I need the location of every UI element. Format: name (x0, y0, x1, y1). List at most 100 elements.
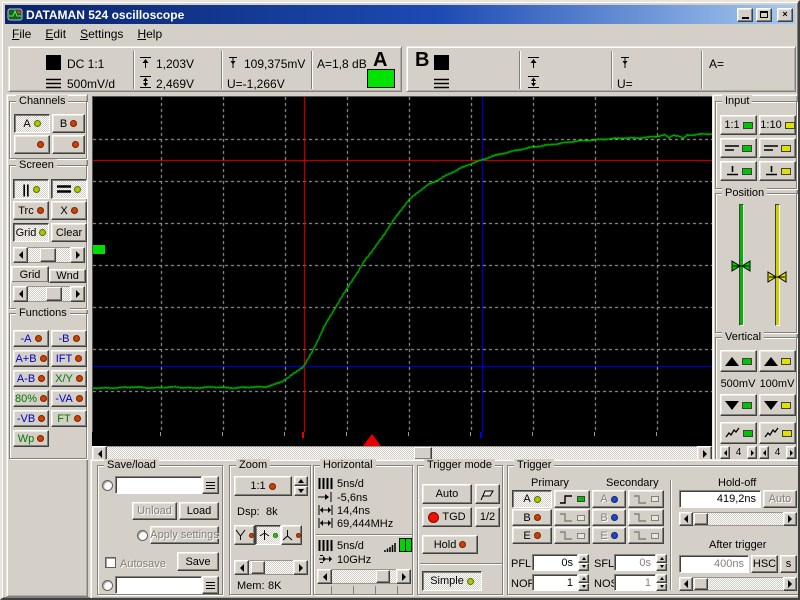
pause-button[interactable]: || (13, 179, 49, 199)
scroll-left-icon[interactable] (234, 560, 249, 575)
input-dc-b-button[interactable] (759, 138, 796, 158)
file-top-input[interactable] (115, 476, 202, 494)
title-bar[interactable]: DATAMAN 524 oscilloscope × (5, 5, 795, 24)
nop-spinner[interactable] (578, 574, 589, 591)
menu-help[interactable]: Help (130, 25, 169, 43)
hold-button[interactable]: Hold (422, 535, 478, 554)
autosave-checkbox[interactable] (105, 557, 116, 568)
secondary-b-edge-button[interactable] (628, 509, 664, 526)
vertical-up-b-button[interactable] (759, 350, 796, 372)
func-80pct-button[interactable]: 80% (13, 390, 49, 407)
close-button[interactable]: × (777, 8, 793, 22)
scroll-track[interactable] (332, 569, 396, 584)
spin-up-icon[interactable] (578, 554, 589, 563)
scroll-right-icon[interactable] (783, 512, 797, 526)
tgd-button[interactable]: TGD (422, 507, 472, 527)
position-handle-a[interactable] (731, 260, 751, 272)
load-button[interactable]: Load (179, 502, 219, 520)
sfl-input[interactable]: 0s (614, 554, 656, 571)
scroll-track[interactable] (249, 560, 293, 575)
scroll-left-icon[interactable] (317, 569, 332, 584)
holdoff-scrollbar[interactable] (679, 512, 797, 526)
secondary-e-button[interactable]: E (592, 527, 626, 544)
save-button[interactable]: Save (177, 552, 219, 571)
spin-down-icon[interactable] (578, 563, 589, 572)
zoom-1to1-button[interactable] (255, 525, 281, 545)
saveload-radio-top[interactable] (102, 480, 113, 491)
input-gnd-b-button[interactable] (759, 161, 796, 181)
vertical-smooth-b-button[interactable] (759, 422, 796, 444)
spin-up-icon[interactable] (656, 574, 667, 583)
func-ft-button[interactable]: FT (51, 410, 87, 427)
zoom-in-button[interactable] (281, 525, 302, 545)
trc-button[interactable]: Trc (13, 201, 49, 220)
tab-wnd[interactable]: Wnd (49, 269, 86, 283)
scroll-thumb[interactable] (694, 578, 708, 590)
zoom-out-button[interactable] (234, 525, 255, 545)
scroll-left-icon[interactable] (679, 577, 693, 591)
vertical-up-a-button[interactable] (720, 350, 757, 372)
scroll-left-icon[interactable] (13, 247, 28, 263)
scroll-thumb[interactable] (376, 570, 390, 583)
simple-button[interactable]: Simple (422, 571, 482, 591)
channel-b-button[interactable]: B (52, 114, 85, 133)
func-neg-va-button[interactable]: -VA (51, 390, 87, 407)
zoom-ratio-button[interactable]: 1:1 (234, 476, 292, 496)
spin-down-icon[interactable] (656, 563, 667, 572)
primary-e-button[interactable]: E (512, 527, 552, 544)
primary-b-button[interactable]: B (512, 509, 552, 526)
func-neg-vb-button[interactable]: -VB (13, 410, 49, 427)
after-trigger-scrollbar[interactable] (679, 577, 797, 591)
step-right-icon[interactable] (747, 446, 757, 459)
primary-b-edge-button[interactable] (554, 509, 590, 526)
primary-a-edge-button[interactable] (554, 490, 590, 508)
file-bottom-menu-button[interactable] (202, 576, 219, 594)
seconds-button[interactable]: s (780, 555, 797, 573)
menu-file[interactable]: File (5, 25, 38, 43)
hsc-button[interactable]: HSC (751, 555, 778, 573)
spin-down-icon[interactable] (656, 583, 667, 592)
nop-input[interactable]: 1 (532, 574, 578, 591)
primary-e-edge-button[interactable] (554, 527, 590, 544)
file-bottom-input[interactable] (115, 576, 202, 594)
apply-settings-button[interactable]: Apply settings (150, 526, 219, 544)
menu-edit[interactable]: Edit (38, 25, 73, 43)
spin-down-icon[interactable] (578, 583, 589, 592)
saveload-radio-bottom[interactable] (102, 580, 113, 591)
pfl-spinner[interactable] (578, 554, 589, 571)
scope-display[interactable] (92, 96, 712, 432)
scroll-thumb[interactable] (251, 561, 265, 574)
red-cursor-tick[interactable] (302, 432, 304, 438)
spin-up-icon[interactable] (294, 476, 308, 486)
holdoff-input[interactable]: 419,2ns (679, 490, 761, 508)
spin-up-icon[interactable] (656, 554, 667, 563)
step-left-icon[interactable] (759, 446, 769, 459)
scroll-right-icon[interactable] (293, 560, 308, 575)
scroll-right-icon[interactable] (70, 286, 85, 302)
file-top-menu-button[interactable] (202, 476, 219, 494)
scroll-thumb[interactable] (40, 248, 56, 262)
channel-a-button[interactable]: A (14, 114, 50, 133)
spin-up-icon[interactable] (578, 574, 589, 583)
traces-button[interactable] (51, 179, 87, 199)
channel-b2-button[interactable] (52, 135, 85, 154)
func-wp-button[interactable]: Wp (13, 430, 49, 447)
minimize-button[interactable] (737, 8, 753, 22)
wnd-scrollbar[interactable] (13, 286, 85, 302)
channel-a2-button[interactable] (14, 135, 50, 154)
secondary-a-edge-button[interactable] (628, 490, 664, 508)
zoom-scrollbar[interactable] (234, 560, 308, 575)
menu-settings[interactable]: Settings (73, 25, 130, 43)
scroll-track[interactable] (28, 247, 70, 263)
spin-down-icon[interactable] (294, 486, 308, 496)
vertical-step-a-stepper[interactable]: 4 (720, 446, 757, 459)
input-1to10-b-button[interactable]: 1:10 (759, 115, 796, 135)
grid-scrollbar[interactable] (13, 247, 85, 263)
func-neg-a-button[interactable]: -A (13, 330, 49, 347)
trigger-flag-button[interactable] (475, 484, 500, 504)
channel-a-marker[interactable] (93, 245, 105, 254)
tab-grid[interactable]: Grid (11, 266, 49, 283)
half-button[interactable]: 1/2 (475, 507, 500, 527)
vertical-smooth-a-button[interactable] (720, 422, 757, 444)
input-dc-a-button[interactable] (720, 138, 757, 158)
